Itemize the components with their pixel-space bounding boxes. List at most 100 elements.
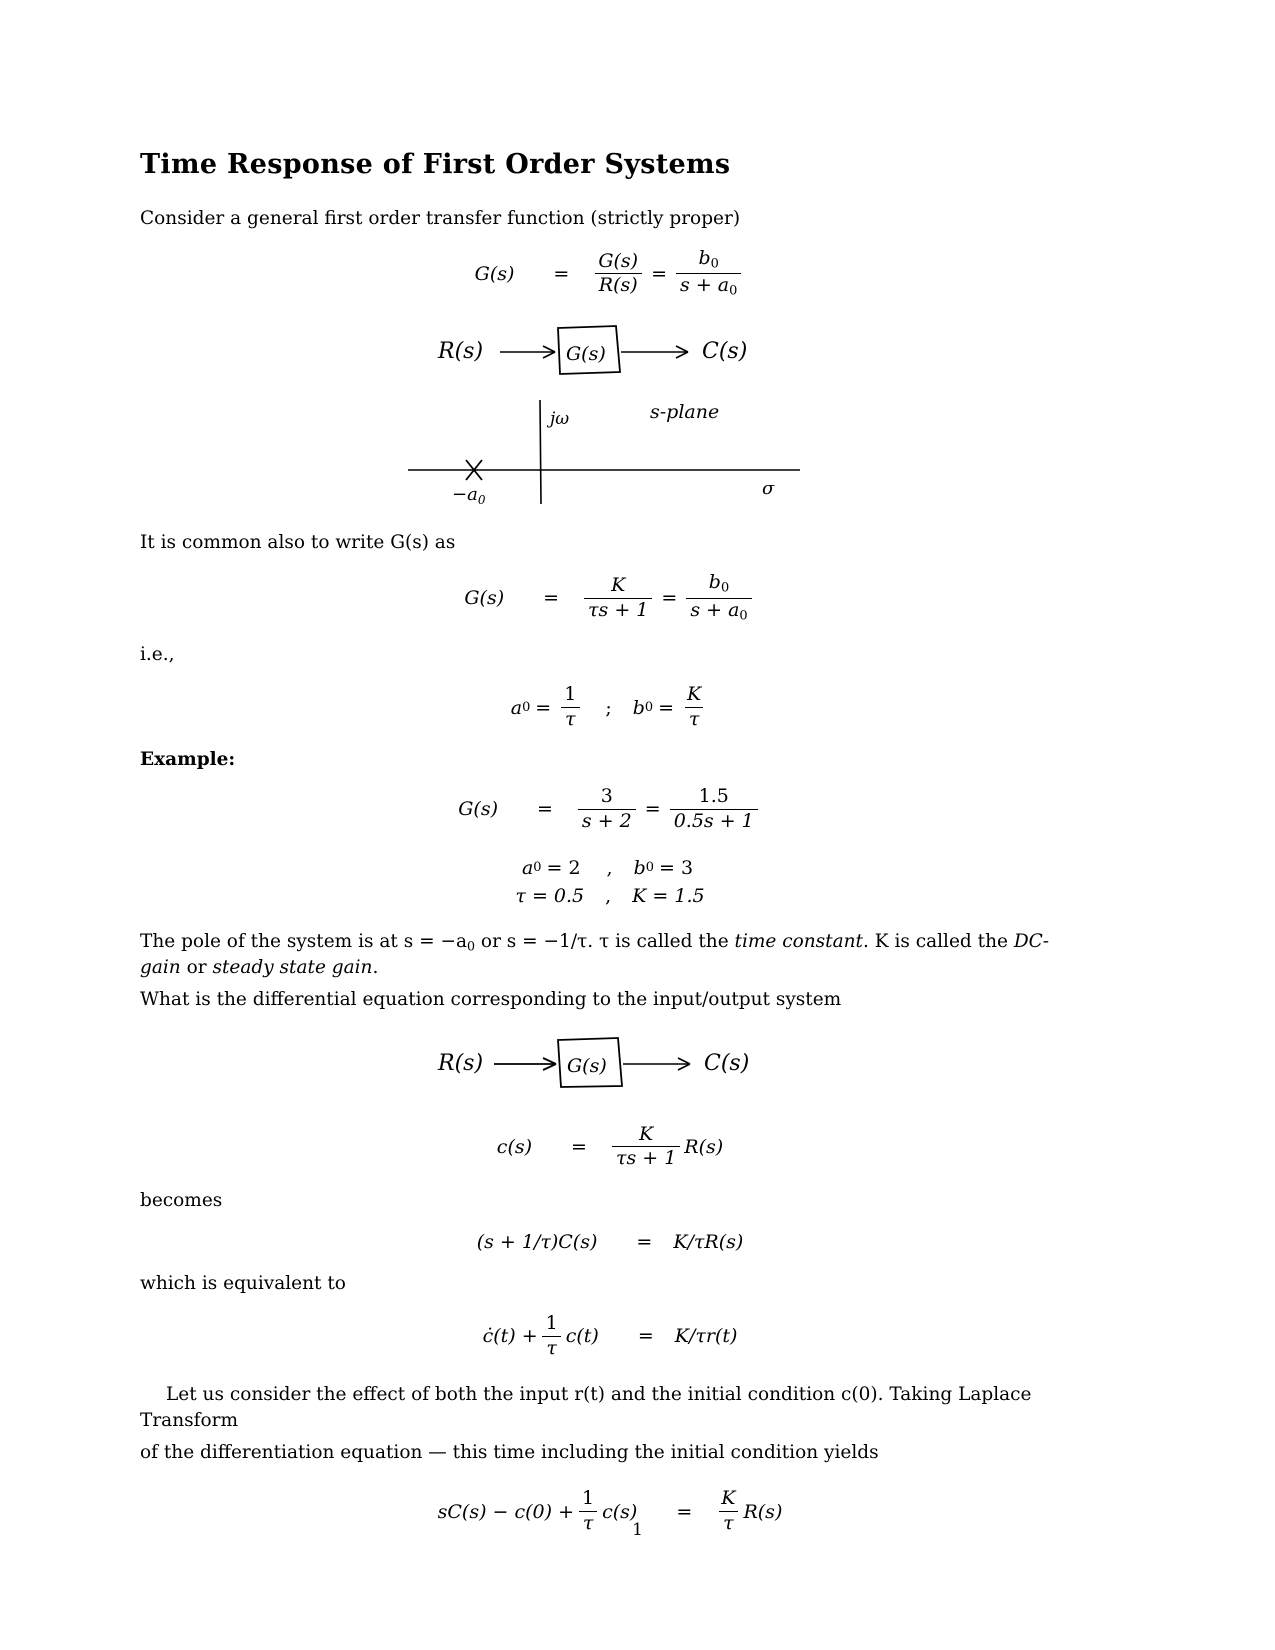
- eq1-denominator-2: s + a0: [676, 273, 742, 300]
- s-plane-svg: −a0 jω s-plane σ: [408, 399, 800, 507]
- eq8-rhs: K/τr(t): [674, 1325, 738, 1348]
- eq5-a-symbol: a: [521, 856, 534, 879]
- pole-subscript-0: 0: [467, 938, 476, 954]
- eq1-fraction-2: b0 s + a0: [676, 246, 742, 300]
- common-form-paragraph: It is common also to write G(s) as: [140, 531, 456, 553]
- page-title: Time Response of First Order Systems: [140, 149, 731, 180]
- eq3-a-subscript: 0: [522, 700, 531, 716]
- eq8-numerator: 1: [545, 1311, 558, 1334]
- eq8-relation: =: [637, 1325, 654, 1348]
- eq4-relation-1: =: [537, 798, 553, 821]
- block-diagram-1-input-label: R(s): [437, 339, 483, 364]
- block-diagram-2-block-label: G(s): [567, 1055, 607, 1077]
- eq2-denominator-1: τs + 1: [584, 597, 653, 622]
- eq3-a-symbol: a: [510, 696, 523, 719]
- equation-a0-b0-definitions: a0 = 1 τ ; b0 = K τ: [140, 684, 1080, 731]
- eq1-numerator-2: b0: [694, 246, 722, 273]
- eq7-relation: =: [636, 1230, 653, 1253]
- eq3-b-fraction: K τ: [683, 684, 705, 731]
- eq4-denominator-1: s + 2: [577, 808, 636, 833]
- which-is-equivalent-paragraph: which is equivalent to: [140, 1272, 346, 1294]
- pole-text-part-1: The pole of the system is at s = −a: [140, 930, 468, 952]
- laplace-paragraph-line-2: of the differentiation equation — this t…: [140, 1442, 879, 1464]
- eq5-a-subscript: 0: [533, 860, 542, 876]
- s-plane-plane-label: s-plane: [650, 401, 719, 423]
- block-diagram-2-output-label: C(s): [704, 1051, 749, 1076]
- eq4-denominator-2: 0.5s + 1: [669, 808, 758, 833]
- eq1-denominator-1: R(s): [594, 273, 642, 297]
- eq3-b-subscript: 0: [644, 700, 654, 716]
- eq2-relation-2: =: [661, 587, 678, 610]
- equation-output-transform: c(s) = K τs + 1 R(s): [140, 1122, 1080, 1171]
- eq2-relation-1: =: [543, 587, 560, 610]
- s-plane-sigma-label: σ: [762, 478, 775, 499]
- eq2-num2-symbol: b: [708, 571, 721, 594]
- eq1-den2-subscript: 0: [729, 284, 738, 300]
- block-diagram-1-svg: R(s) G(s) C(s): [437, 324, 747, 375]
- differential-equation-question: What is the differential equation corres…: [140, 989, 842, 1011]
- eq4-numerator-1: 3: [600, 785, 613, 808]
- eq3-a-fraction: 1 τ: [560, 684, 580, 731]
- eq7-lhs: (s + 1/τ)C(s): [476, 1230, 598, 1253]
- becomes-paragraph: becomes: [140, 1190, 223, 1212]
- eq3-separator: ;: [605, 696, 612, 719]
- eq2-den2-symbol: s + a: [690, 598, 740, 621]
- eq5-comma-1: ,: [606, 856, 613, 879]
- eq9-numerator-left: 1: [582, 1487, 595, 1510]
- eq3-b-numerator: K: [687, 683, 702, 706]
- eq5-comma-2: ,: [605, 884, 612, 907]
- pole-text-part-4: or: [180, 957, 213, 979]
- eq5-b-subscript: 0: [645, 860, 654, 876]
- eq2-numerator-2: b0: [705, 571, 733, 597]
- eq4-fraction-2: 1.5 0.5s + 1: [669, 785, 758, 833]
- equation-example-a0-b0: a0 = 2 , b0 = 3: [140, 857, 1080, 879]
- eq1-num2-symbol: b: [698, 246, 711, 269]
- page-content: Time Response of First Order Systems Con…: [140, 150, 1080, 1553]
- figure-s-plane: −a0 jω s-plane σ: [140, 392, 1080, 512]
- s-plane-pole-label: −a0: [452, 484, 486, 507]
- figure-block-diagram-2: R(s) G(s) C(s): [140, 1030, 1080, 1100]
- eq8-lhs-a: ċ(t) +: [482, 1325, 538, 1348]
- eq6-relation: =: [571, 1135, 587, 1158]
- eq6-numerator: K: [639, 1122, 654, 1145]
- eq6-fraction: K τs + 1: [611, 1122, 681, 1171]
- equation-transfer-function-general: G(s) = G(s) R(s) = b0 s + a0: [140, 246, 1080, 300]
- eq1-den2-symbol: s + a: [680, 274, 730, 297]
- eq5-b-value: = 3: [658, 856, 694, 879]
- block-diagram-2-input-label: R(s): [437, 1051, 483, 1076]
- eq4-fraction-1: 3 s + 2: [577, 785, 636, 833]
- equation-s-domain-form: (s + 1/τ)C(s) = K/τR(s): [140, 1231, 1080, 1253]
- eq3-b-symbol: b: [632, 696, 645, 719]
- eq5-tau-value: τ = 0.5: [515, 884, 585, 907]
- pole-description-paragraph: The pole of the system is at s = −a0 or …: [140, 929, 1080, 982]
- equation-transfer-function-tau-form: G(s) = K τs + 1 = b0 s + a0: [140, 571, 1080, 624]
- eq3-a-equals: =: [535, 696, 552, 719]
- eq2-fraction-2: b0 s + a0: [686, 571, 752, 624]
- laplace-paragraph-line-1: Let us consider the effect of both the i…: [140, 1383, 1032, 1431]
- intro-paragraph: Consider a general first order transfer …: [140, 207, 741, 229]
- eq5-k-value: K = 1.5: [632, 884, 705, 907]
- eq1-relation-1: =: [553, 262, 570, 285]
- eq7-rhs: K/τR(s): [673, 1230, 744, 1253]
- pole-emphasis-time-constant: time constant: [734, 930, 863, 952]
- eq5-a-value: = 2: [546, 856, 581, 879]
- eq1-relation-2: =: [651, 262, 668, 285]
- pole-emphasis-steady-state-gain: steady state gain: [212, 957, 373, 979]
- pole-text-part-2: or s = −1/τ. τ is called the: [475, 930, 735, 952]
- equation-differential-form: ċ(t) + 1 τ c(t) = K/τr(t): [140, 1311, 1080, 1360]
- eq1-num2-subscript: 0: [710, 256, 719, 272]
- block-diagram-1-output-label: C(s): [702, 339, 747, 364]
- eq8-lhs-b: c(t): [565, 1325, 599, 1348]
- pole-text-part-5: .: [372, 957, 379, 979]
- eq3-a-denominator: τ: [561, 707, 580, 731]
- equation-example-tau-k: τ = 0.5 , K = 1.5: [140, 885, 1080, 907]
- ie-paragraph: i.e.,: [140, 644, 175, 666]
- eq2-lhs: G(s): [464, 587, 505, 610]
- figure-block-diagram-1: R(s) G(s) C(s): [140, 318, 1080, 388]
- pole-text-part-3: . K is called the: [862, 930, 1014, 952]
- eq1-numerator-1: G(s): [598, 249, 639, 272]
- eq6-denominator: τs + 1: [611, 1146, 681, 1170]
- equation-example-transfer-function: G(s) = 3 s + 2 = 1.5 0.5s + 1: [140, 785, 1080, 833]
- eq4-lhs: G(s): [458, 798, 498, 821]
- document-page: Time Response of First Order Systems Con…: [0, 0, 1275, 1650]
